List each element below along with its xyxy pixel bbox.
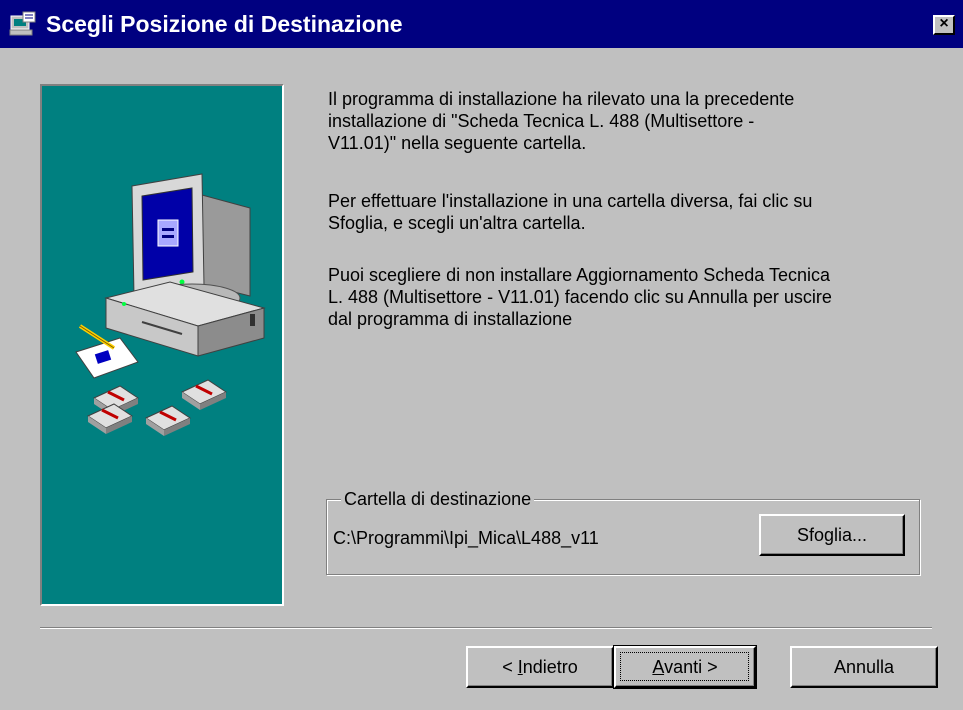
browse-instructions-text: Per effettuare l'installazione in una ca… — [328, 191, 813, 233]
destination-folder-label: Cartella di destinazione — [341, 488, 535, 510]
close-icon: × — [939, 15, 949, 32]
computer-with-floppy-disks-illustration — [75, 173, 266, 436]
back-button[interactable]: < Indietro — [466, 646, 614, 688]
cancel-button-label: Annulla — [833, 657, 895, 677]
side-panel — [40, 84, 284, 606]
detected-installation-text: Il programma di installazione ha rilevat… — [328, 89, 795, 153]
title-bar[interactable]: Scegli Posizione di Destinazione × — [0, 0, 963, 48]
setup-icon — [9, 11, 36, 36]
close-button[interactable]: × — [933, 15, 955, 35]
button-separator — [40, 627, 932, 629]
window-title: Scegli Posizione di Destinazione — [46, 11, 403, 37]
destination-path: C:\Programmi\Ipi_Mica\L488_v11 — [333, 528, 599, 548]
next-mnemonic: A — [652, 657, 665, 677]
browse-button-label: Sfoglia... — [796, 525, 868, 545]
next-button-label: Avanti > — [652, 657, 717, 677]
cancel-button[interactable]: Annulla — [790, 646, 938, 688]
setup-dialog: Scegli Posizione di Destinazione × Il pr… — [0, 0, 963, 710]
next-button[interactable]: Avanti > — [613, 645, 757, 689]
back-label-rest: ndietro — [522, 657, 578, 677]
back-button-label: < Indietro — [502, 657, 578, 677]
back-arrow-text: < — [502, 657, 518, 677]
cancel-instructions-text: Puoi scegliere di non installare Aggiorn… — [328, 265, 832, 329]
browse-button[interactable]: Sfoglia... — [759, 514, 905, 556]
next-label-rest: vanti > — [664, 657, 718, 677]
destination-folder-group: Cartella di destinazione C:\Programmi\Ip… — [326, 488, 920, 575]
